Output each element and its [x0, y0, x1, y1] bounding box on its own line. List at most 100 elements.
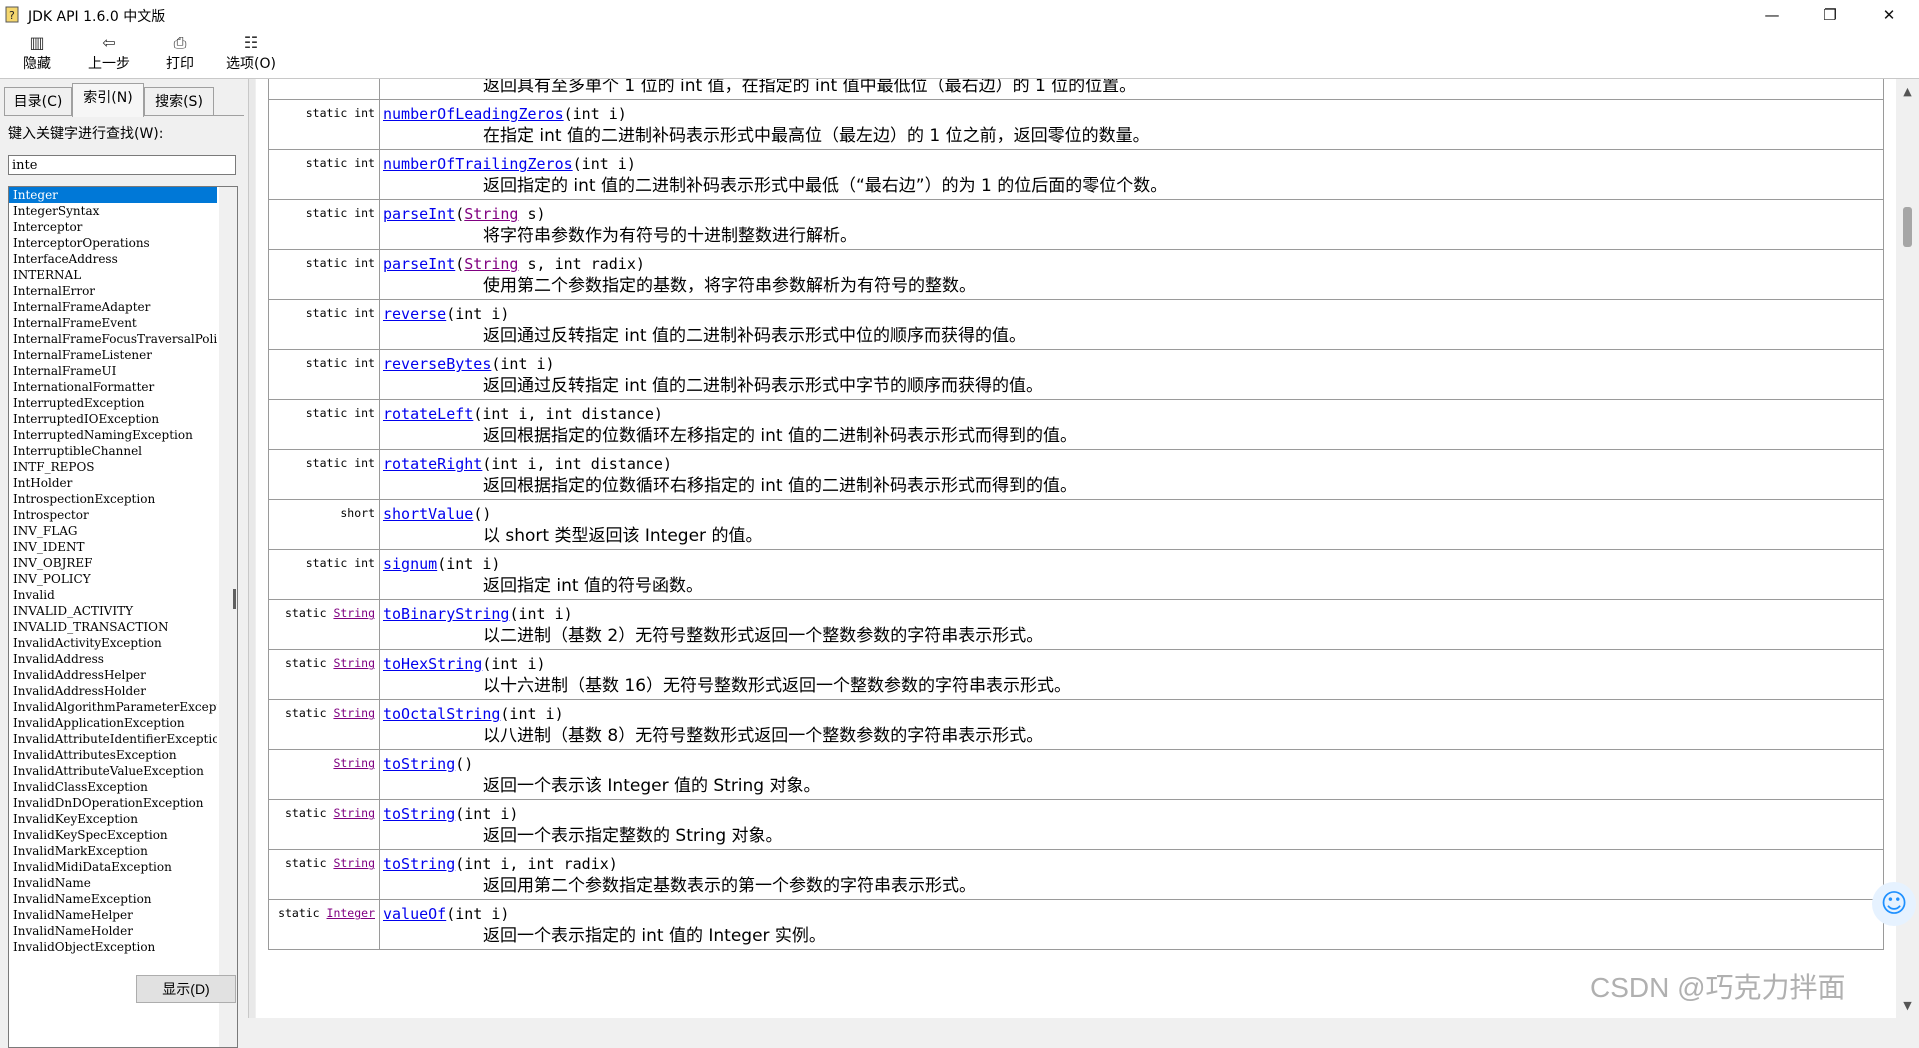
index-list[interactable]: Integer IntegerSyntax Interceptor Intercept… [9, 187, 217, 955]
method-name-link[interactable]: toString [383, 805, 455, 823]
method-name-link[interactable]: shortValue [383, 505, 473, 523]
return-type-link[interactable]: String [333, 756, 375, 770]
method-name-link[interactable]: toString [383, 855, 455, 873]
index-list-item[interactable]: INVALID_TRANSACTION [9, 619, 217, 635]
index-list-item[interactable]: InterruptibleChannel [9, 443, 217, 459]
index-list-item[interactable]: INVALID_ACTIVITY [9, 603, 217, 619]
return-type-link[interactable]: String [333, 706, 375, 720]
hide-button[interactable]: ▥ 隐藏 [16, 32, 58, 76]
index-list-item[interactable]: InterfaceAddress [9, 251, 217, 267]
method-name-link[interactable]: toHexString [383, 655, 482, 673]
return-type-link[interactable]: String [333, 856, 375, 870]
index-list-item[interactable]: Invalid [9, 587, 217, 603]
method-name-link[interactable]: parseInt [383, 255, 455, 273]
index-list-item[interactable]: InvalidKeyException [9, 811, 217, 827]
scroll-down-arrow-icon[interactable]: ▼ [1896, 999, 1919, 1012]
close-button[interactable]: ✕ [1866, 0, 1912, 30]
method-cell: toString(int i) 返回一个表示指定整数的 String 对象。 [379, 799, 1884, 850]
index-list-item[interactable]: InvalidActivityException [9, 635, 217, 651]
index-list-item[interactable]: InvalidNameHolder [9, 923, 217, 939]
index-list-item[interactable]: Integer [9, 187, 217, 203]
method-name-link[interactable]: toBinaryString [383, 605, 509, 623]
index-list-item[interactable]: InterruptedNamingException [9, 427, 217, 443]
index-list-item[interactable]: INV_IDENT [9, 539, 217, 555]
index-list-item[interactable]: InvalidClassException [9, 779, 217, 795]
method-name-link[interactable]: numberOfLeadingZeros [383, 105, 564, 123]
method-name-link[interactable]: parseInt [383, 205, 455, 223]
index-list-item[interactable]: InternationalFormatter [9, 379, 217, 395]
method-name-link[interactable]: signum [383, 555, 437, 573]
scroll-up-arrow-icon[interactable]: ▲ [1896, 85, 1919, 98]
method-name-link[interactable]: toString [383, 755, 455, 773]
method-description: 返回指定的 int 值的二进制补码表示形式中最低（“最右边”）的为 1 的位后面… [483, 176, 1168, 196]
tab-contents[interactable]: 目录(C) [4, 87, 72, 116]
index-list-item[interactable]: IntHolder [9, 475, 217, 491]
index-list-item[interactable]: InterceptorOperations [9, 235, 217, 251]
tab-index[interactable]: 索引(N) [72, 83, 144, 117]
print-button[interactable]: ⎙ 打印 [160, 32, 200, 76]
index-list-item[interactable]: IntegerSyntax [9, 203, 217, 219]
method-name-link[interactable]: rotateLeft [383, 405, 473, 423]
index-list-item[interactable]: InvalidMarkException [9, 843, 217, 859]
index-list-item[interactable]: InvalidAddressHolder [9, 683, 217, 699]
return-type-link[interactable]: String [333, 656, 375, 670]
method-name-link[interactable]: reverseBytes [383, 355, 491, 373]
index-list-item[interactable]: InternalFrameListener [9, 347, 217, 363]
index-list-item[interactable]: InternalFrameEvent [9, 315, 217, 331]
index-list-item[interactable]: InvalidAddress [9, 651, 217, 667]
method-signature: reverse(int i) [383, 304, 1883, 325]
display-button[interactable]: 显示(D) [136, 975, 236, 1003]
index-list-item[interactable]: InvalidAttributeValueException [9, 763, 217, 779]
keyword-search-input[interactable] [8, 155, 236, 175]
index-list-item[interactable]: InternalFrameFocusTraversalPolicy [9, 331, 217, 347]
index-list-item[interactable]: InternalFrameAdapter [9, 299, 217, 315]
index-list-item[interactable]: InvalidAttributeIdentifierException [9, 731, 217, 747]
index-list-scrollbar[interactable] [219, 187, 237, 1047]
index-list-item[interactable]: InternalError [9, 283, 217, 299]
chat-assistant-icon[interactable]: ☺ [1872, 882, 1916, 926]
tab-search[interactable]: 搜索(S) [144, 87, 214, 116]
method-name-link[interactable]: valueOf [383, 905, 446, 923]
index-list-item[interactable]: InvalidObjectException [9, 939, 217, 955]
method-name-link[interactable]: numberOfTrailingZeros [383, 155, 573, 173]
content-scroll-thumb[interactable] [1903, 207, 1912, 247]
index-list-item[interactable]: InvalidName [9, 875, 217, 891]
index-list-item[interactable]: InterruptedIOException [9, 411, 217, 427]
index-list-item[interactable]: InvalidAddressHelper [9, 667, 217, 683]
index-list-item[interactable]: IntrospectionException [9, 491, 217, 507]
index-list-scroll-thumb[interactable] [233, 589, 236, 609]
index-list-item[interactable]: INTERNAL [9, 267, 217, 283]
index-list-item[interactable]: InvalidApplicationException [9, 715, 217, 731]
index-list-item[interactable]: InvalidAttributesException [9, 747, 217, 763]
method-name-link[interactable]: toOctalString [383, 705, 500, 723]
index-list-item[interactable]: INTF_REPOS [9, 459, 217, 475]
method-row: static String toOctalString(int i) 以八进制（基数… [268, 699, 1884, 750]
index-list-item[interactable]: INV_FLAG [9, 523, 217, 539]
maximize-button[interactable]: ❐ [1807, 0, 1853, 30]
method-name-link[interactable]: rotateRight [383, 455, 482, 473]
index-list-item[interactable]: InvalidMidiDataException [9, 859, 217, 875]
index-list-item[interactable]: InvalidNameHelper [9, 907, 217, 923]
index-list-item[interactable]: InvalidDnDOperationException [9, 795, 217, 811]
index-list-item[interactable]: InterruptedException [9, 395, 217, 411]
return-type-link[interactable]: String [333, 606, 375, 620]
index-list-item[interactable]: InternalFrameUI [9, 363, 217, 379]
return-type-link[interactable]: String [333, 806, 375, 820]
index-list-item[interactable]: INV_OBJREF [9, 555, 217, 571]
param-type-link[interactable]: String [464, 255, 518, 273]
index-list-item[interactable]: InvalidKeySpecException [9, 827, 217, 843]
index-list-item[interactable]: InvalidNameException [9, 891, 217, 907]
minimize-button[interactable]: — [1749, 0, 1795, 30]
back-button[interactable]: ⇦ 上一步 [82, 32, 136, 76]
index-list-item[interactable]: INV_POLICY [9, 571, 217, 587]
method-name-link[interactable]: reverse [383, 305, 446, 323]
options-button[interactable]: ☷ 选项(O) [222, 32, 280, 76]
return-type-link[interactable]: Integer [327, 906, 375, 920]
index-list-item[interactable]: Introspector [9, 507, 217, 523]
index-list-item[interactable]: Interceptor [9, 219, 217, 235]
index-listbox[interactable]: Integer IntegerSyntax Interceptor Intercept… [8, 186, 238, 1048]
param-type-link[interactable]: String [464, 205, 518, 223]
content-scrollbar[interactable]: ▲ ▼ [1896, 79, 1919, 1018]
index-list-item[interactable]: InvalidAlgorithmParameterException [9, 699, 217, 715]
pane-splitter[interactable] [248, 79, 255, 1018]
